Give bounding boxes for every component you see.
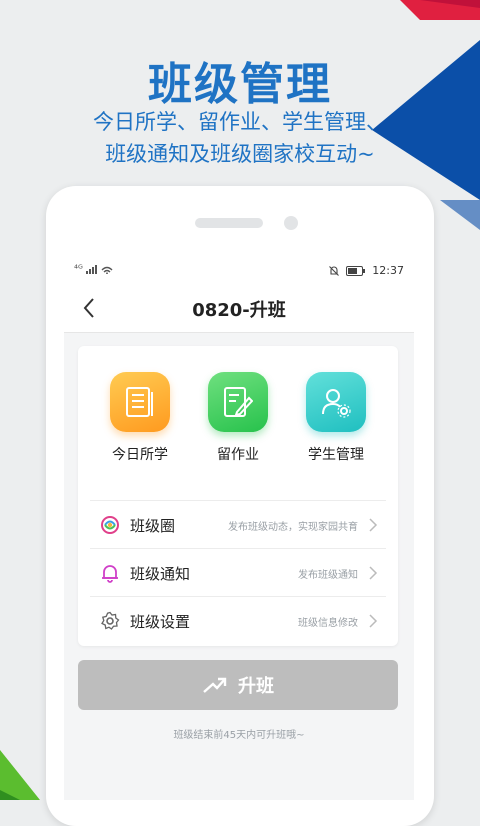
menu-item-label: 班级圈	[130, 517, 176, 535]
circle-logo-icon	[101, 516, 119, 534]
mute-bell-icon	[329, 265, 340, 276]
page-title: 0820-升班	[192, 300, 286, 321]
promo-title: 班级管理	[148, 59, 332, 110]
menu-item-label: 班级设置	[130, 613, 191, 631]
promote-button-label: 升班	[238, 676, 274, 696]
menu-item-desc: 班级信息修改	[298, 618, 358, 629]
trend-up-arrow-icon	[203, 677, 227, 693]
battery-icon	[346, 265, 366, 276]
feature-tile	[306, 372, 366, 432]
feature-assign-homework[interactable]: 留作业	[188, 372, 288, 464]
status-right: 12:37	[328, 264, 404, 277]
promote-class-button[interactable]: 升班	[78, 660, 398, 710]
status-time: 12:37	[372, 264, 404, 277]
menu-item-label: 班级通知	[130, 565, 191, 583]
menu-item-desc: 发布班级通知	[298, 570, 358, 581]
bell-icon	[102, 565, 118, 583]
feature-label: 留作业	[217, 447, 259, 463]
promo-subtitle-line1: 今日所学、留作业、学生管理、	[93, 110, 387, 134]
class-menu-card: 今日所学 留作业 学生管理 班级圈 发布班级动态，实现家园共育 班级通知 发布班…	[78, 346, 398, 646]
navigation-bar: 0820-升班	[64, 284, 414, 333]
feature-student-management[interactable]: 学生管理	[286, 372, 386, 464]
phone-speaker	[195, 218, 263, 228]
signal-label: ⁴ᴳ	[74, 264, 83, 275]
menu-item-class-circle[interactable]: 班级圈 发布班级动态，实现家园共育	[90, 500, 386, 549]
wifi-signal-icon	[86, 265, 113, 275]
menu-item-desc: 发布班级动态，实现家园共育	[228, 522, 358, 533]
chevron-right-icon	[369, 614, 378, 628]
user-settings-icon	[322, 389, 351, 418]
status-bar: ⁴ᴳ 12:37	[64, 258, 414, 284]
menu-item-class-notice[interactable]: 班级通知 发布班级通知	[90, 548, 386, 597]
promo-subtitle-line2: 班级通知及班级圈家校互动~	[105, 142, 375, 166]
document-icon	[126, 387, 153, 417]
app-screen: ⁴ᴳ 12:37 0820-升班 今日所学 留作业 学生管理 班级圈 发布班级动…	[64, 258, 414, 800]
feature-tile	[110, 372, 170, 432]
signal-indicator: ⁴ᴳ	[74, 264, 116, 275]
gear-icon	[101, 611, 120, 630]
phone-camera	[284, 216, 298, 230]
chevron-right-icon	[369, 566, 378, 580]
feature-today-learning[interactable]: 今日所学	[90, 372, 190, 464]
feature-label: 学生管理	[308, 447, 364, 463]
feature-label: 今日所学	[112, 447, 168, 463]
promote-tip: 班级结束前45天内可升班哦~	[173, 730, 305, 741]
chevron-right-icon	[369, 518, 378, 532]
edit-note-icon	[224, 387, 253, 417]
feature-tile	[208, 372, 268, 432]
menu-item-class-settings[interactable]: 班级设置 班级信息修改	[90, 596, 386, 645]
